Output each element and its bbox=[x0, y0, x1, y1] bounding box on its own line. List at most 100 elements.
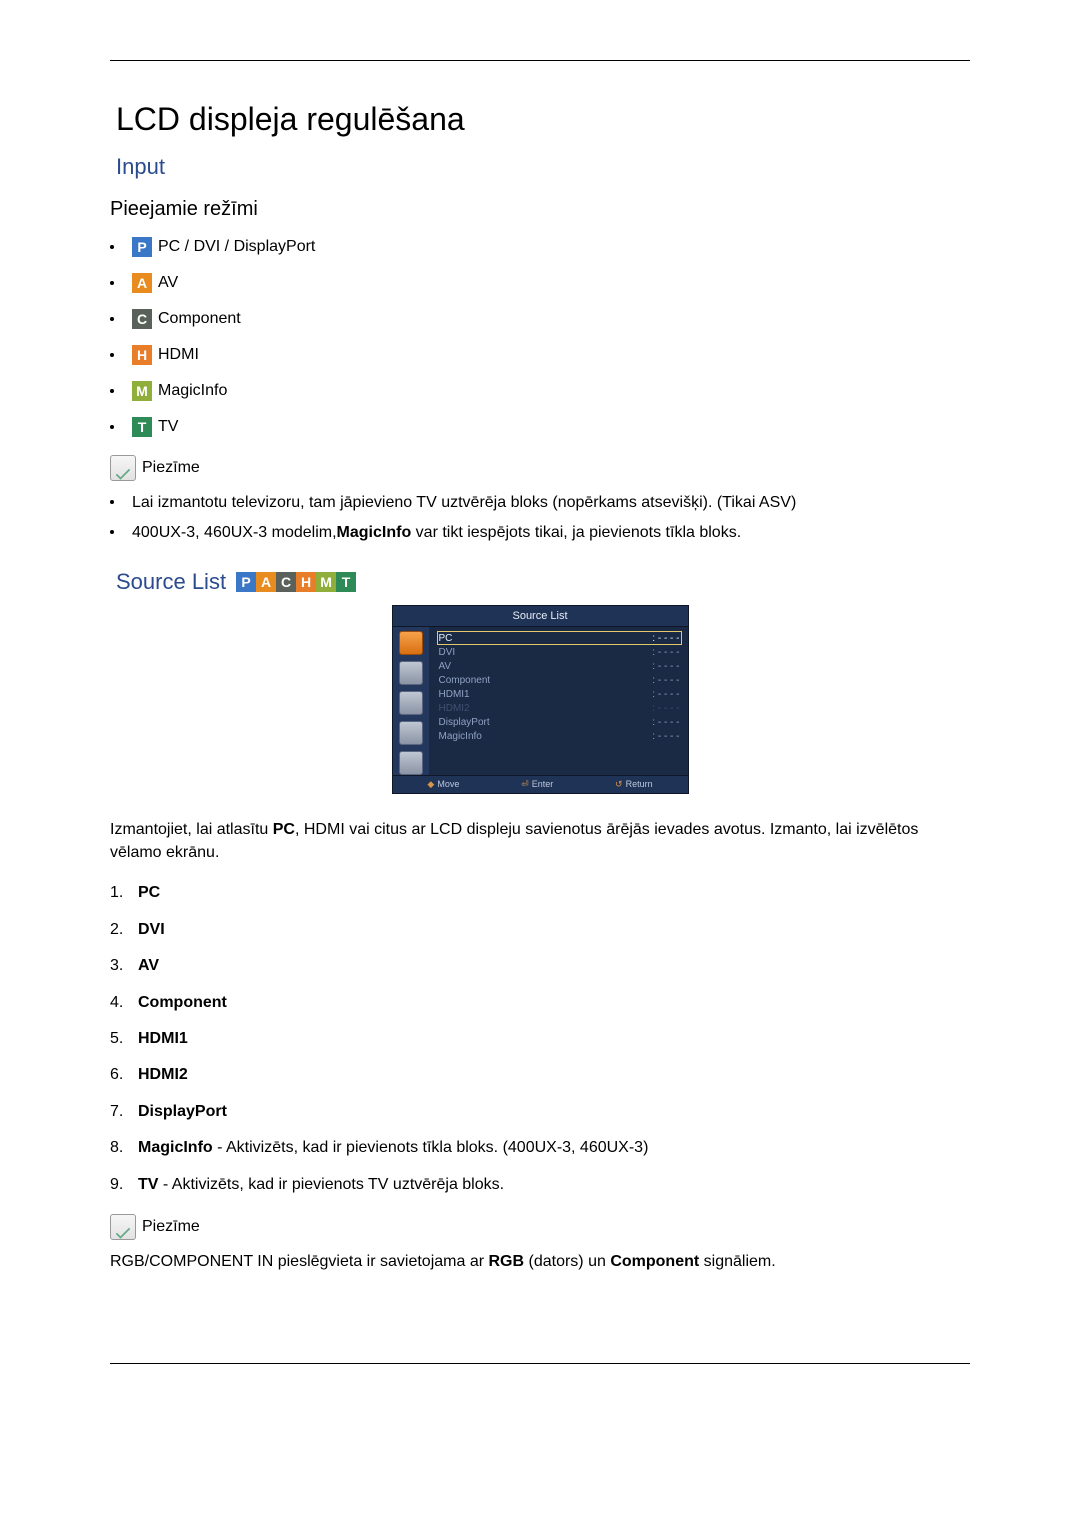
osd-row: HDMI1 - - - - bbox=[437, 687, 682, 701]
list-item: 1.PC bbox=[110, 882, 970, 904]
mode-label: HDMI bbox=[158, 346, 199, 364]
list-item: 4.Component bbox=[110, 992, 970, 1014]
strip-badge-t-icon: T bbox=[336, 572, 356, 592]
mode-item: CComponent bbox=[110, 309, 970, 329]
osd-row-label: DVI bbox=[439, 647, 456, 658]
bullet-icon bbox=[110, 500, 114, 504]
note-list: Lai izmantotu televizoru, tam jāpievieno… bbox=[110, 491, 970, 545]
list-number: 7. bbox=[110, 1101, 138, 1123]
osd-title: Source List bbox=[393, 606, 688, 627]
list-item: 2.DVI bbox=[110, 919, 970, 941]
osd-row-label: AV bbox=[439, 661, 452, 672]
bullet-icon bbox=[110, 425, 114, 429]
mode-badge-a-icon: A bbox=[132, 273, 152, 293]
note-item: 400UX-3, 460UX-3 modelim,MagicInfo var t… bbox=[110, 521, 970, 545]
list-item: 3.AV bbox=[110, 955, 970, 977]
osd-body: PC- - - -DVI- - - -AV- - - -Component- -… bbox=[393, 627, 688, 775]
badge-strip: PACHMT bbox=[236, 572, 356, 592]
page: LCD displeja regulēšana Input Pieejamie … bbox=[0, 0, 1080, 1527]
modes-heading: Pieejamie režīmi bbox=[110, 198, 970, 221]
note-head-2: Piezīme bbox=[110, 1214, 970, 1240]
osd-row-value: - - - - bbox=[652, 633, 679, 644]
osd-row: DisplayPort- - - - bbox=[437, 715, 682, 729]
note-text: Lai izmantotu televizoru, tam jāpievieno… bbox=[132, 491, 796, 515]
list-text: HDMI2 bbox=[138, 1064, 188, 1086]
list-item: 6.HDMI2 bbox=[110, 1064, 970, 1086]
osd-ico-3-icon bbox=[399, 691, 423, 715]
mode-item: M MagicInfo bbox=[110, 381, 970, 401]
mode-item: PPC / DVI / DisplayPort bbox=[110, 237, 970, 257]
list-text: DisplayPort bbox=[138, 1101, 227, 1123]
note-label: Piezīme bbox=[142, 459, 200, 477]
osd-row-label: HDMI1 bbox=[439, 689, 470, 700]
list-text: MagicInfo - Aktivizēts, kad ir pievienot… bbox=[138, 1137, 648, 1159]
osd-row: HDMI2 - - - - bbox=[437, 701, 682, 715]
note-head: Piezīme bbox=[110, 455, 970, 481]
osd-row-label: PC bbox=[439, 633, 453, 644]
osd-row: MagicInfo - - - - bbox=[437, 729, 682, 743]
note-text: 400UX-3, 460UX-3 modelim,MagicInfo var t… bbox=[132, 521, 741, 545]
list-number: 8. bbox=[110, 1137, 138, 1159]
list-number: 1. bbox=[110, 882, 138, 904]
list-text: Component bbox=[138, 992, 227, 1014]
osd-ico-input-icon bbox=[399, 631, 423, 655]
list-text: DVI bbox=[138, 919, 165, 941]
osd-row: Component- - - - bbox=[437, 673, 682, 687]
list-text: PC bbox=[138, 882, 160, 904]
osd-screenshot: Source List PC - - - - DVI - - - - AV - - - -… bbox=[392, 605, 689, 794]
source-numbered-list: 1.PC2.DVI3.AV4.Component5.HDMI16.HDMI27.… bbox=[110, 882, 970, 1196]
mode-label: Component bbox=[158, 310, 241, 328]
bullet-icon bbox=[110, 245, 114, 249]
list-number: 2. bbox=[110, 919, 138, 941]
mode-label: MagicInfo bbox=[158, 382, 227, 400]
source-list-footnote: RGB/COMPONENT IN pieslēgvieta ir savieto… bbox=[110, 1250, 970, 1273]
osd-ico-4-icon bbox=[399, 721, 423, 745]
bullet-icon bbox=[110, 530, 114, 534]
osd-row: AV - - - - bbox=[437, 659, 682, 673]
osd-foot-return: ↺Return bbox=[615, 779, 653, 790]
osd-row-label: DisplayPort bbox=[439, 717, 490, 728]
osd-row-value: - - - - bbox=[652, 661, 679, 672]
osd-ico-2-icon bbox=[399, 661, 423, 685]
note-icon bbox=[110, 455, 136, 481]
bottom-divider bbox=[110, 1363, 970, 1364]
osd-ico-5-icon bbox=[399, 751, 423, 775]
bullet-icon bbox=[110, 353, 114, 357]
bullet-icon bbox=[110, 389, 114, 393]
list-item: 9.TV - Aktivizēts, kad ir pievienots TV … bbox=[110, 1174, 970, 1196]
list-number: 9. bbox=[110, 1174, 138, 1196]
mode-badge-m-icon: M bbox=[132, 381, 152, 401]
osd-row-label: Component bbox=[439, 675, 491, 686]
strip-badge-c-icon: C bbox=[276, 572, 296, 592]
osd-row-label: HDMI2 bbox=[439, 703, 470, 714]
input-heading: Input bbox=[116, 154, 970, 180]
list-text: AV bbox=[138, 955, 159, 977]
top-divider bbox=[110, 60, 970, 61]
osd-row-value: - - - - bbox=[652, 703, 679, 714]
mode-item: H HDMI bbox=[110, 345, 970, 365]
bullet-icon bbox=[110, 317, 114, 321]
mode-item: T TV bbox=[110, 417, 970, 437]
osd-footer: ◆Move ⏎Enter ↺Return bbox=[393, 775, 688, 793]
strip-badge-h-icon: H bbox=[296, 572, 316, 592]
osd-row-value: - - - - bbox=[652, 731, 679, 742]
strip-badge-p-icon: P bbox=[236, 572, 256, 592]
list-number: 6. bbox=[110, 1064, 138, 1086]
mode-label: PC / DVI / DisplayPort bbox=[158, 238, 315, 256]
mode-label: TV bbox=[158, 418, 178, 436]
osd-row-value: - - - - bbox=[652, 647, 679, 658]
list-text: HDMI1 bbox=[138, 1028, 188, 1050]
list-number: 5. bbox=[110, 1028, 138, 1050]
mode-item: A AV bbox=[110, 273, 970, 293]
note-item: Lai izmantotu televizoru, tam jāpievieno… bbox=[110, 491, 970, 515]
mode-badge-t-icon: T bbox=[132, 417, 152, 437]
page-title: LCD displeja regulēšana bbox=[116, 101, 970, 138]
osd-row-value: - - - - bbox=[652, 689, 679, 700]
list-item: 5.HDMI1 bbox=[110, 1028, 970, 1050]
osd-row-label: MagicInfo bbox=[439, 731, 482, 742]
osd-foot-move: ◆Move bbox=[427, 779, 459, 790]
bullet-icon bbox=[110, 281, 114, 285]
list-item: 8.MagicInfo - Aktivizēts, kad ir pievien… bbox=[110, 1137, 970, 1159]
mode-label: AV bbox=[158, 274, 178, 292]
mode-badge-h-icon: H bbox=[132, 345, 152, 365]
